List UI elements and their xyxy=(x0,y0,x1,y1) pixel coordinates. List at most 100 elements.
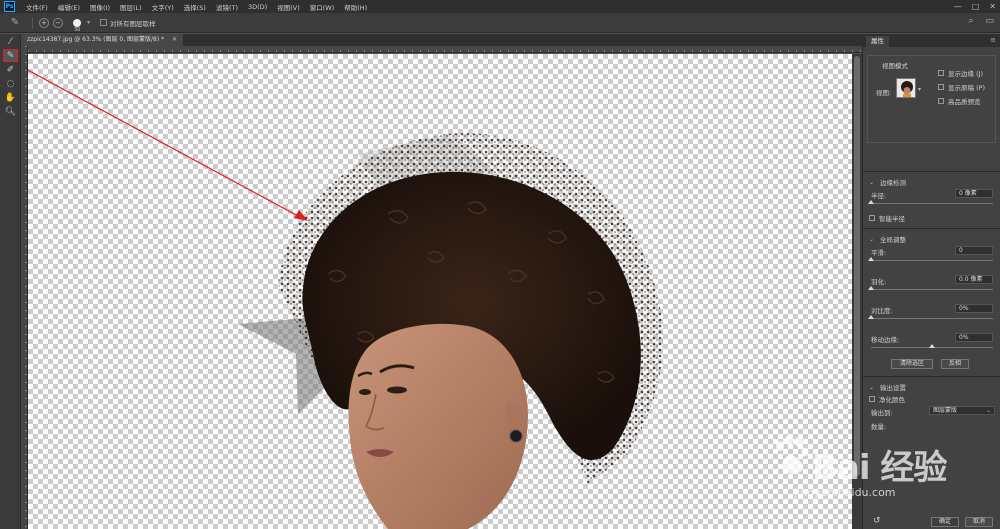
hq-preview-label: 高品质预览 xyxy=(948,98,981,106)
scrollbar-thumb[interactable] xyxy=(854,56,860,476)
output-settings-section: ⌄ 输出设置 净化颜色 输出到: 图层蒙版 ⌄ 数量: xyxy=(863,377,1000,437)
radius-input[interactable]: 0 像素 xyxy=(955,189,993,198)
zoom-tool-icon[interactable]: 🔍︎ xyxy=(3,105,18,118)
lasso-tool-icon[interactable]: ◌ xyxy=(3,77,18,90)
show-original-option[interactable]: 显示原稿 (P) xyxy=(938,82,985,92)
properties-panel: 属性 ≡ 视图模式 视图: ▾ 显示边缘 (J) 显示原稿 (P) 高品质预览 xyxy=(862,34,1000,529)
hq-preview-option[interactable]: 高品质预览 xyxy=(938,96,981,106)
menu-help[interactable]: 帮助(H) xyxy=(339,2,372,12)
menu-filter[interactable]: 滤镜(T) xyxy=(211,2,243,12)
tab-properties[interactable]: 属性 xyxy=(866,36,889,47)
vertical-ruler xyxy=(21,46,28,529)
feather-slider[interactable] xyxy=(868,286,993,290)
sample-all-layers-label: 对所有图层取样 xyxy=(110,19,156,28)
decontaminate-option[interactable]: 净化颜色 xyxy=(869,393,994,405)
menu-file[interactable]: 文件(F) xyxy=(21,2,53,12)
smooth-slider[interactable] xyxy=(868,257,993,261)
face xyxy=(348,323,528,529)
decontaminate-checkbox[interactable] xyxy=(869,396,875,402)
dialog-buttons: ↺ 确定 取消 xyxy=(863,515,1000,529)
menu-image[interactable]: 图像(I) xyxy=(85,2,115,12)
feather-field: 羽化: 0.0 像素 xyxy=(868,274,994,303)
shift-edge-input[interactable]: 0% xyxy=(955,333,993,342)
minimize-button[interactable]: — xyxy=(954,2,962,11)
contrast-slider[interactable] xyxy=(868,315,993,319)
earring xyxy=(509,429,523,443)
output-settings-title: 输出设置 xyxy=(880,384,907,392)
contrast-slider-knob[interactable] xyxy=(868,315,874,319)
close-icon[interactable]: ✕ xyxy=(172,36,177,43)
output-to-value: 图层蒙版 xyxy=(933,407,958,414)
invert-button[interactable]: 反相 xyxy=(941,359,969,369)
sample-all-layers-checkbox[interactable] xyxy=(100,19,108,26)
output-settings-header[interactable]: ⌄ 输出设置 xyxy=(869,381,994,393)
close-window-button[interactable]: ✕ xyxy=(989,2,996,11)
smooth-input[interactable]: 0 xyxy=(955,246,993,255)
add-to-selection-button[interactable]: + xyxy=(39,17,49,28)
feather-input[interactable]: 0.0 像素 xyxy=(955,275,993,284)
subtract-from-selection-button[interactable]: − xyxy=(53,17,63,28)
show-edge-label: 显示边缘 (J) xyxy=(948,70,984,78)
hq-preview-checkbox[interactable] xyxy=(938,98,944,104)
maximize-button[interactable]: □ xyxy=(972,2,980,11)
brush-tool-icon[interactable]: ✐ xyxy=(3,63,18,76)
menu-select[interactable]: 选择(S) xyxy=(179,2,211,12)
annotation-arrow xyxy=(28,69,308,221)
search-icon[interactable]: ⌕ xyxy=(968,16,973,26)
refine-edge-brush-tool-icon[interactable]: ✎ xyxy=(3,49,18,62)
menu-bar: Ps 文件(F) 编辑(E) 图像(I) 图层(L) 文字(Y) 选择(S) 滤… xyxy=(0,0,1000,13)
global-refinement-header[interactable]: ⌄ 全局调整 xyxy=(869,233,994,245)
edge-detection-header[interactable]: ⌄ 边缘检测 xyxy=(869,176,994,188)
smooth-field: 平滑: 0 xyxy=(868,245,994,274)
menu-layer[interactable]: 图层(L) xyxy=(115,2,147,12)
smart-radius-checkbox[interactable] xyxy=(869,215,875,221)
options-right: ⌕ ▭ xyxy=(968,16,994,26)
panel-tab-bar: 属性 ≡ xyxy=(863,34,1000,47)
panel-menu-icon[interactable]: ≡ xyxy=(990,36,996,44)
radius-label: 半径: xyxy=(871,192,887,200)
smooth-label: 平滑: xyxy=(871,249,887,257)
document-canvas[interactable] xyxy=(28,54,862,529)
cancel-button[interactable]: 取消 xyxy=(965,517,993,527)
vertical-scrollbar[interactable] xyxy=(852,54,862,529)
hand-tool-icon[interactable]: ✋ xyxy=(3,91,18,104)
show-edge-checkbox[interactable] xyxy=(938,70,944,76)
view-mode-thumbnail[interactable] xyxy=(896,78,916,98)
shift-edge-slider[interactable] xyxy=(871,344,993,348)
show-original-checkbox[interactable] xyxy=(938,84,944,90)
contrast-input[interactable]: 0% xyxy=(955,304,993,313)
menu-type[interactable]: 文字(Y) xyxy=(147,2,179,12)
ok-button[interactable]: 确定 xyxy=(931,517,959,527)
smart-radius-label: 智能半径 xyxy=(879,215,905,223)
clear-selection-button[interactable]: 清除选区 xyxy=(891,359,933,369)
global-refinement-title: 全局调整 xyxy=(880,236,907,244)
thumbnail-image xyxy=(897,79,915,97)
reset-icon[interactable]: ↺ xyxy=(873,516,881,526)
menu-view[interactable]: 视图(V) xyxy=(272,2,305,12)
output-to-row: 输出到: 图层蒙版 ⌄ xyxy=(869,405,995,419)
output-to-select[interactable]: 图层蒙版 ⌄ xyxy=(929,406,995,415)
smart-radius-option[interactable]: 智能半径 xyxy=(869,212,994,224)
brush-preview[interactable]: 30 xyxy=(73,18,81,33)
shift-edge-slider-knob[interactable] xyxy=(929,344,935,348)
chevron-down-icon[interactable]: ▾ xyxy=(918,86,921,93)
tool-preset-picker[interactable]: ✎ xyxy=(4,15,26,31)
canvas-artwork xyxy=(28,69,663,529)
options-bar: ✎ + − 30 ▾ 对所有图层取样 ⌕ ▭ xyxy=(0,13,1000,33)
chevron-down-icon: ⌄ xyxy=(869,383,875,391)
smooth-slider-knob[interactable] xyxy=(868,257,874,261)
radius-slider[interactable] xyxy=(868,200,993,204)
shift-edge-field: 移动边缘: 0% xyxy=(869,332,994,358)
workspace-icon[interactable]: ▭ xyxy=(985,16,994,26)
menu-edit[interactable]: 编辑(E) xyxy=(53,2,85,12)
photoshop-logo: Ps xyxy=(4,1,15,12)
document-tab[interactable]: zzpic14387.jpg @ 63.3% (图层 0, 图层蒙版/8) * … xyxy=(21,34,184,46)
view-label: 视图: xyxy=(876,89,892,97)
radius-slider-knob[interactable] xyxy=(868,200,874,204)
quick-selection-tool-icon[interactable]: ⁄ xyxy=(3,35,18,48)
menu-window[interactable]: 窗口(W) xyxy=(305,2,340,12)
menu-3d[interactable]: 3D(D) xyxy=(243,3,272,11)
feather-slider-knob[interactable] xyxy=(868,286,874,290)
show-edge-option[interactable]: 显示边缘 (J) xyxy=(938,68,983,78)
chevron-down-icon[interactable]: ▾ xyxy=(87,19,90,26)
